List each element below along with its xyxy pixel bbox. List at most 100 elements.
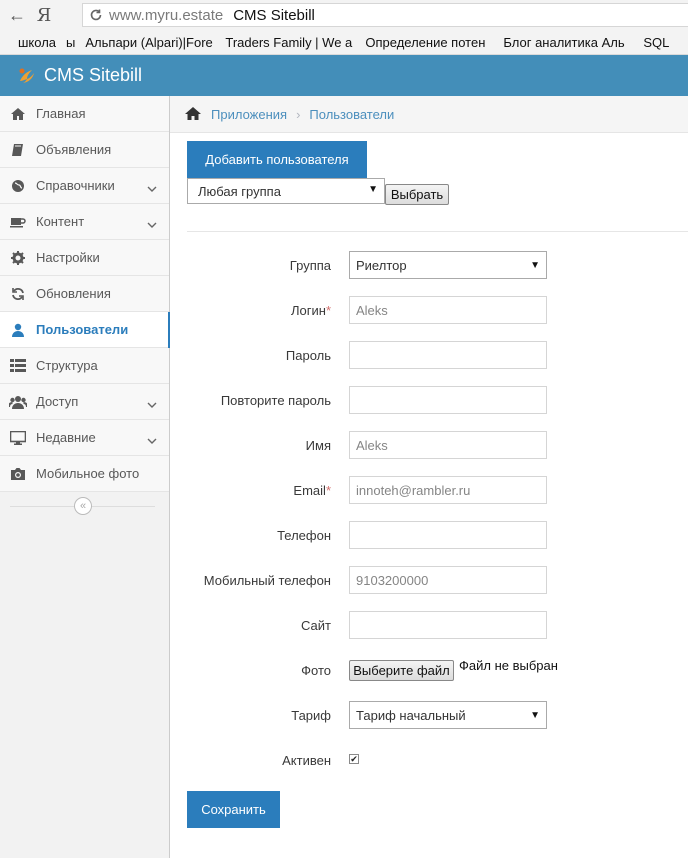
choose-button[interactable]: Выбрать xyxy=(385,184,449,205)
email-field[interactable]: innoteh@rambler.ru xyxy=(349,476,547,504)
browser-toolbar: ← Я www.myru.estate CMS Sitebill xyxy=(0,0,688,30)
url-domain: www.myru.estate xyxy=(109,6,224,24)
sidebar-item-label: Контент xyxy=(36,214,85,229)
group-label: Группа xyxy=(289,258,331,273)
sidebar-item-label: Объявления xyxy=(36,142,112,157)
login-label: Логин* xyxy=(291,303,331,318)
refresh-icon xyxy=(0,287,36,301)
sidebar-item-label: Доступ xyxy=(36,394,79,409)
sidebar-item-access[interactable]: Доступ xyxy=(0,384,169,420)
mobile-phone-input[interactable]: 9103200000 xyxy=(349,566,547,594)
sidebar-item-label: Пользователи xyxy=(36,322,129,337)
bookmark[interactable]: Traders Family | We a xyxy=(225,35,365,50)
password-input[interactable] xyxy=(349,341,547,369)
sidebar-item-mobile-photo[interactable]: Мобильное фото xyxy=(0,456,169,492)
sidebar-item-label: Справочники xyxy=(36,178,115,193)
sidebar-item-label: Структура xyxy=(36,358,98,373)
site-label: Сайт xyxy=(301,618,331,633)
dropdown-arrow-icon: ▼ xyxy=(368,184,378,195)
logo-icon[interactable] xyxy=(16,65,38,87)
camera-icon xyxy=(0,467,36,480)
collapse-sidebar-button[interactable]: « xyxy=(74,497,92,515)
photo-label: Фото xyxy=(301,663,331,678)
dropdown-arrow-icon: ▼ xyxy=(530,260,540,271)
sidebar-item-label: Главная xyxy=(36,106,86,121)
book-icon xyxy=(0,143,36,157)
bookmark[interactable]: Блог аналитика Аль xyxy=(503,35,643,50)
breadcrumb-users[interactable]: Пользователи xyxy=(309,107,394,122)
list-icon xyxy=(0,359,36,372)
tariff-select-value: Тариф начальный xyxy=(356,707,466,723)
name-input[interactable]: Aleks xyxy=(349,431,547,459)
bookmark[interactable]: Альпари (Alpari)|Fore xyxy=(85,35,225,50)
dropdown-arrow-icon: ▼ xyxy=(530,710,540,721)
group-select-value: Риелтор xyxy=(356,257,407,273)
choose-file-button[interactable]: Выберите файл xyxy=(349,660,454,681)
divider xyxy=(187,231,688,232)
bookmarks-bar: школа ы Альпари (Alpari)|Fore Traders Fa… xyxy=(0,30,688,55)
sidebar-item-users[interactable]: Пользователи xyxy=(0,312,170,348)
sidebar-item-recent[interactable]: Недавние xyxy=(0,420,169,456)
tariff-select[interactable]: Тариф начальный ▼ xyxy=(349,701,547,729)
sidebar-collapse: « xyxy=(0,492,169,522)
group-select[interactable]: Риелтор ▼ xyxy=(349,251,547,279)
sidebar-item-label: Недавние xyxy=(36,430,96,445)
required-mark: * xyxy=(325,483,331,498)
sidebar-item-label: Мобильное фото xyxy=(36,466,140,481)
bookmark[interactable]: Определение потен xyxy=(365,35,503,50)
bookmark[interactable]: школа xyxy=(0,35,66,50)
save-button[interactable]: Сохранить xyxy=(187,791,280,828)
coffee-icon xyxy=(0,216,36,228)
home-icon[interactable] xyxy=(184,106,202,123)
add-user-button[interactable]: Добавить пользователя xyxy=(187,141,367,178)
app-header: CMS Sitebill xyxy=(0,55,688,96)
email-label-text: Email xyxy=(293,483,326,498)
sidebar-item-directories[interactable]: Справочники xyxy=(0,168,169,204)
sidebar-item-home[interactable]: Главная xyxy=(0,96,169,132)
address-bar[interactable]: www.myru.estate CMS Sitebill xyxy=(82,3,688,27)
sidebar-item-updates[interactable]: Обновления xyxy=(0,276,169,312)
chevron-down-icon[interactable] xyxy=(147,433,157,448)
password-repeat-input[interactable] xyxy=(349,386,547,414)
desktop-icon xyxy=(0,430,36,445)
breadcrumb: Приложения › Пользователи xyxy=(170,96,688,133)
active-label: Активен xyxy=(282,753,331,768)
sidebar-item-structure[interactable]: Структура xyxy=(0,348,169,384)
phone-label: Телефон xyxy=(277,528,331,543)
login-label-text: Логин xyxy=(290,303,326,318)
sidebar: Главная Объявления Справочники Контент Н… xyxy=(0,96,170,858)
phone-input[interactable] xyxy=(349,521,547,549)
password-label: Пароль xyxy=(285,348,331,363)
back-icon[interactable]: ← xyxy=(0,5,34,26)
sidebar-item-listings[interactable]: Объявления xyxy=(0,132,169,168)
name-label: Имя xyxy=(305,438,331,453)
required-mark: * xyxy=(325,303,331,318)
active-checkbox[interactable]: ✔ xyxy=(349,754,359,764)
sidebar-item-label: Обновления xyxy=(36,286,111,301)
chevron-down-icon[interactable] xyxy=(147,181,157,196)
email-label: Email* xyxy=(293,483,331,498)
breadcrumb-apps[interactable]: Приложения xyxy=(211,107,287,122)
login-input[interactable]: Aleks xyxy=(349,296,547,324)
users-icon xyxy=(0,395,36,409)
bookmark[interactable]: SQL xyxy=(643,35,679,50)
gear-icon xyxy=(0,250,36,265)
tariff-label: Тариф xyxy=(291,708,331,723)
user-icon xyxy=(0,323,36,337)
sidebar-item-label: Настройки xyxy=(36,250,100,265)
chevron-down-icon[interactable] xyxy=(147,397,157,412)
yandex-icon[interactable]: Я xyxy=(34,5,54,26)
site-input[interactable] xyxy=(349,611,547,639)
home-icon xyxy=(0,107,36,121)
sidebar-item-settings[interactable]: Настройки xyxy=(0,240,169,276)
group-filter-select[interactable]: Любая группа ▼ xyxy=(187,178,385,204)
password-repeat-label: Повторите пароль xyxy=(220,393,331,408)
url-page-title: CMS Sitebill xyxy=(233,6,315,24)
sidebar-item-content[interactable]: Контент xyxy=(0,204,169,240)
chevron-down-icon[interactable] xyxy=(147,217,157,232)
bookmark[interactable]: ы xyxy=(66,35,85,50)
group-filter-value: Любая группа xyxy=(198,183,281,199)
breadcrumb-separator: › xyxy=(296,106,301,122)
brand-name[interactable]: CMS Sitebill xyxy=(44,65,142,86)
reload-icon[interactable] xyxy=(83,8,109,22)
